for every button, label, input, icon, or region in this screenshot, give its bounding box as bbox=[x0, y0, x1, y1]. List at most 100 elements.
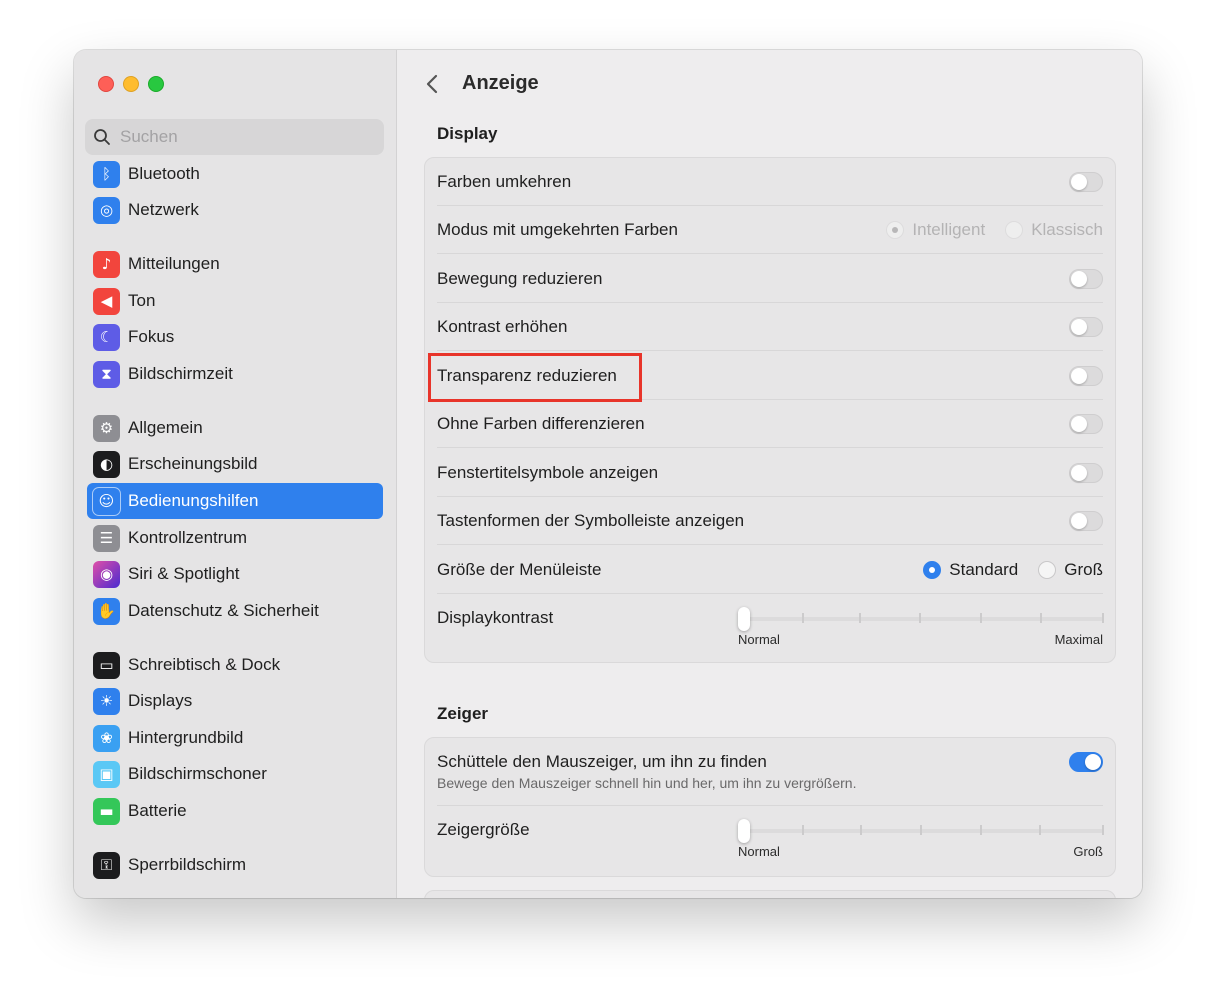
screensaver-icon: ▣ bbox=[93, 760, 120, 788]
slider-tick bbox=[859, 613, 861, 623]
differentiate-without-color-toggle[interactable] bbox=[1069, 414, 1103, 434]
sidebar-item-hintergrundbild[interactable]: ❀ Hintergrundbild bbox=[87, 720, 383, 756]
invert-colors-toggle[interactable] bbox=[1069, 172, 1103, 192]
radio-intelligent[interactable]: Intelligent bbox=[886, 220, 985, 240]
sidebar-item-bluetooth[interactable]: ᛒ Bluetooth bbox=[87, 156, 383, 192]
row-label: Ohne Farben differenzieren bbox=[437, 413, 645, 433]
back-button[interactable] bbox=[422, 70, 442, 98]
sidebar-item-label: Fokus bbox=[128, 327, 175, 346]
slider-tick bbox=[802, 613, 804, 623]
row-shake-pointer: Schüttele den Mauszeiger, um ihn zu find… bbox=[437, 738, 1103, 806]
radio-dot bbox=[886, 221, 905, 239]
slider-tick bbox=[980, 825, 982, 835]
slider-thumb[interactable] bbox=[738, 607, 750, 631]
slider-track bbox=[742, 829, 1103, 833]
sidebar-item-ton[interactable]: ◀ Ton bbox=[87, 283, 383, 319]
display-card: Farben umkehren Modus mit umgekehrten Fa… bbox=[424, 157, 1116, 663]
row-label: Farben umkehren bbox=[437, 171, 572, 191]
zoom-button[interactable] bbox=[148, 76, 164, 92]
radio-label: Klassisch bbox=[1031, 220, 1103, 239]
row-label: Bewegung reduzieren bbox=[437, 268, 603, 288]
slider-tick bbox=[1102, 825, 1104, 835]
row-invert-mode: Modus mit umgekehrten Farben Intelligent… bbox=[437, 206, 1103, 254]
search-field[interactable] bbox=[85, 119, 384, 155]
sidebar-item-sperrbildschirm[interactable]: ⚿ Sperrbildschirm bbox=[87, 847, 383, 883]
search-icon bbox=[94, 129, 110, 145]
sidebar-item-fokus[interactable]: ☾ Fokus bbox=[87, 319, 383, 355]
slider-tick bbox=[980, 613, 982, 623]
gear-icon: ⚙ bbox=[93, 414, 120, 442]
sidebar-item-label: Datenschutz & Sicherheit bbox=[128, 601, 319, 620]
globe-icon: ◎ bbox=[93, 196, 120, 224]
bell-icon: ♪ bbox=[93, 250, 120, 278]
sidebar-item-label: Bildschirmschoner bbox=[128, 764, 267, 783]
slider-track bbox=[742, 617, 1103, 621]
window-title-icons-toggle[interactable] bbox=[1069, 463, 1103, 483]
minimize-button[interactable] bbox=[123, 76, 139, 92]
hourglass-icon: ⧗ bbox=[93, 360, 120, 388]
sidebar-item-bedienungshilfen[interactable]: ☺ Bedienungshilfen bbox=[87, 483, 383, 519]
row-label: Zeigergröße bbox=[437, 820, 530, 839]
slider-max-label: Groß bbox=[1073, 844, 1103, 859]
sidebar-item-bildschirmzeit[interactable]: ⧗ Bildschirmzeit bbox=[87, 356, 383, 392]
sidebar-item-schreibtisch-dock[interactable]: ▭ Schreibtisch & Dock bbox=[87, 647, 383, 683]
row-bewegung-reduzieren: Bewegung reduzieren bbox=[437, 255, 1103, 303]
row-description: Bewege den Mauszeiger schnell hin und he… bbox=[437, 775, 857, 791]
settings-window: ᛒ Bluetooth ◎ Netzwerk ♪ Mitteilungen ◀ … bbox=[74, 50, 1142, 898]
radio-label: Groß bbox=[1064, 560, 1103, 579]
sidebar-item-allgemein[interactable]: ⚙ Allgemein bbox=[87, 410, 383, 446]
radio-label: Standard bbox=[949, 560, 1019, 579]
sidebar-item-displays[interactable]: ☀ Displays bbox=[87, 683, 383, 719]
battery-icon: ▬ bbox=[93, 797, 120, 825]
sidebar-item-label: Ton bbox=[128, 291, 156, 310]
reduce-motion-toggle[interactable] bbox=[1069, 269, 1103, 289]
sidebar-item-erscheinungsbild[interactable]: ◐ Erscheinungsbild bbox=[87, 446, 383, 482]
sidebar-item-siri-spotlight[interactable]: ◉ Siri & Spotlight bbox=[87, 556, 383, 592]
search-input[interactable] bbox=[120, 127, 370, 147]
flower-icon: ❀ bbox=[93, 724, 120, 752]
row-zeigergroesse: Zeigergröße Normal Groß bbox=[437, 806, 1104, 876]
slider-tick bbox=[1040, 613, 1042, 623]
slider-thumb[interactable] bbox=[738, 819, 750, 843]
radio-dot bbox=[1005, 221, 1024, 239]
slider-tick bbox=[802, 825, 804, 835]
slider-min-label: Normal bbox=[738, 632, 780, 647]
pointer-card: Schüttele den Mauszeiger, um ihn zu find… bbox=[424, 737, 1116, 877]
row-label: Displaykontrast bbox=[437, 608, 554, 627]
reduce-transparency-toggle[interactable] bbox=[1069, 366, 1103, 386]
main-pane: Anzeige Display Farben umkehren Modus mi… bbox=[398, 50, 1142, 898]
radio-gross[interactable]: Groß bbox=[1038, 560, 1103, 580]
slider-tick bbox=[920, 825, 922, 835]
pointer-size-slider[interactable]: Normal Groß bbox=[738, 806, 1104, 866]
sidebar-item-mitteilungen[interactable]: ♪ Mitteilungen bbox=[87, 246, 383, 282]
sidebar-item-label: Schreibtisch & Dock bbox=[128, 655, 281, 674]
sidebar-item-batterie[interactable]: ▬ Batterie bbox=[87, 793, 383, 829]
toolbar-button-shapes-toggle[interactable] bbox=[1069, 511, 1103, 531]
section-title-zeiger: Zeiger bbox=[437, 704, 489, 723]
slider-tick bbox=[1102, 613, 1104, 623]
row-menueleiste: Größe der Menüleiste Standard Groß bbox=[437, 546, 1103, 594]
radio-label: Intelligent bbox=[912, 220, 986, 239]
moon-icon: ☾ bbox=[93, 323, 120, 351]
chevron-left-icon bbox=[426, 74, 438, 94]
dock-icon: ▭ bbox=[93, 651, 120, 679]
radio-standard[interactable]: Standard bbox=[923, 560, 1018, 580]
sidebar-item-datenschutz[interactable]: ✋ Datenschutz & Sicherheit bbox=[87, 593, 383, 629]
hand-icon: ✋ bbox=[93, 597, 120, 625]
slider-tick bbox=[1039, 825, 1041, 835]
slider-max-label: Maximal bbox=[1054, 632, 1103, 647]
row-kontrast-erhoehen: Kontrast erhöhen bbox=[437, 303, 1103, 351]
row-label: Größe der Menüleiste bbox=[437, 559, 602, 579]
row-label: Tastenformen der Symbolleiste anzeigen bbox=[437, 510, 745, 530]
row-tastenformen: Tastenformen der Symbolleiste anzeigen bbox=[437, 497, 1103, 545]
radio-dot bbox=[1038, 561, 1057, 579]
highlight-box bbox=[428, 353, 642, 402]
display-contrast-slider[interactable]: Normal Maximal bbox=[738, 594, 1104, 654]
sidebar-item-bildschirmschoner[interactable]: ▣ Bildschirmschoner bbox=[87, 756, 383, 792]
sidebar-item-netzwerk[interactable]: ◎ Netzwerk bbox=[87, 192, 383, 228]
close-button[interactable] bbox=[98, 76, 114, 92]
sidebar-item-kontrollzentrum[interactable]: ☰ Kontrollzentrum bbox=[87, 520, 383, 556]
shake-pointer-toggle[interactable] bbox=[1069, 752, 1103, 772]
radio-klassisch[interactable]: Klassisch bbox=[1005, 220, 1103, 240]
increase-contrast-toggle[interactable] bbox=[1069, 317, 1103, 337]
